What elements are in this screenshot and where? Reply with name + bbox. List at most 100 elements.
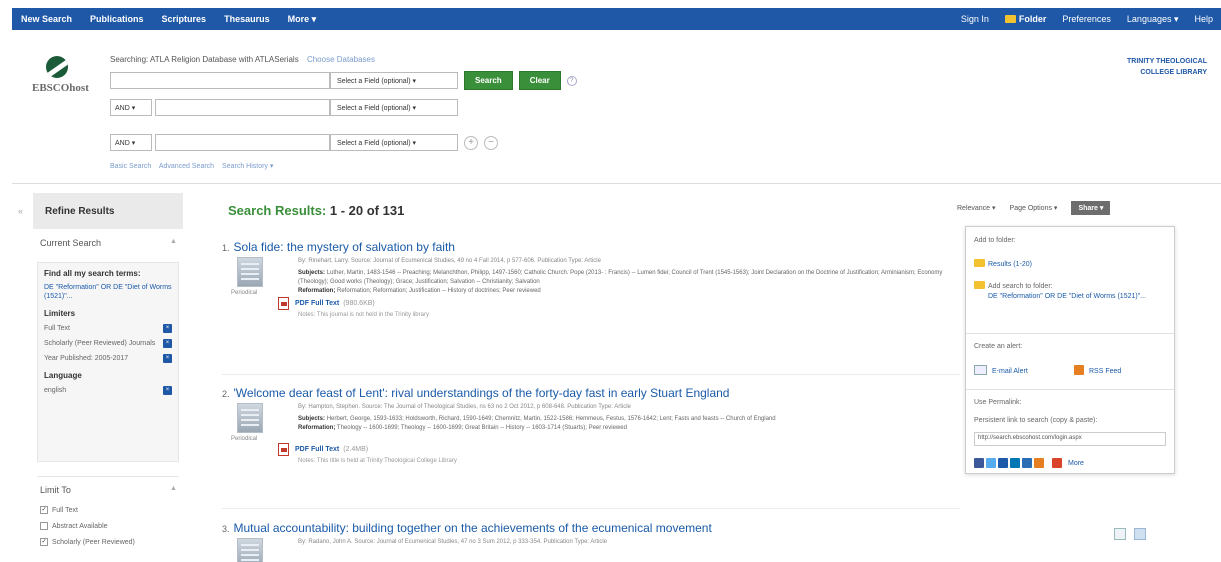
boolean-select-3[interactable]: AND ▾ (110, 134, 152, 151)
remove-language-icon[interactable]: × (163, 386, 172, 395)
field-select-2[interactable]: Select a Field (optional) ▾ (330, 99, 458, 116)
checkbox-icon: ✓ (40, 506, 48, 514)
refine-sidebar: Current Search ▲ Find all my search term… (33, 229, 183, 562)
sidebar-divider (37, 476, 179, 477)
rss-feed-link[interactable]: RSS Feed (1074, 365, 1121, 375)
result-divider (222, 374, 960, 375)
limit-full-text-checkbox[interactable]: ✓ Full Text (40, 506, 78, 514)
results-range: 1 - 20 of 131 (329, 203, 405, 218)
digg-icon[interactable] (1022, 458, 1032, 468)
find-all-label: Find all my search terms: (44, 269, 141, 278)
search-to-folder-link[interactable]: DE "Reformation" OR DE "Diet of Worms (1… (988, 292, 1168, 301)
field-select-1[interactable]: Select a Field (optional) ▾ (330, 72, 458, 89)
rss-icon (1074, 365, 1084, 375)
language-heading: Language (44, 371, 82, 380)
limit-abstract-checkbox[interactable]: Abstract Available (40, 522, 108, 530)
more-share-icon[interactable] (1052, 458, 1062, 468)
limit-to-heading[interactable]: Limit To ▲ (40, 485, 177, 495)
delicious-icon[interactable] (998, 458, 1008, 468)
email-alert-link[interactable]: E-mail Alert (974, 365, 1028, 375)
share-button[interactable]: Share ▾ (1071, 201, 1111, 215)
field-select-3[interactable]: Select a Field (optional) ▾ (330, 134, 458, 151)
preview-icon[interactable] (1114, 528, 1126, 540)
nav-thesaurus[interactable]: Thesaurus (215, 14, 279, 24)
pdf-full-text-link[interactable]: PDF Full Text (2.4MB) (278, 443, 368, 456)
nav-scriptures[interactable]: Scriptures (153, 14, 216, 24)
email-icon (974, 365, 987, 375)
preferences-link[interactable]: Preferences (1054, 14, 1119, 24)
help-link[interactable]: Help (1186, 14, 1221, 24)
remove-row-icon[interactable]: − (484, 135, 498, 150)
help-icon[interactable]: ? (566, 75, 577, 86)
add-row-icon[interactable]: + (464, 135, 478, 150)
relevance-dropdown[interactable]: Relevance ▾ (957, 204, 996, 212)
blogger-icon[interactable] (1034, 458, 1044, 468)
clear-button[interactable]: Clear (518, 71, 561, 90)
basic-search-link[interactable]: Basic Search (110, 163, 151, 170)
current-search-box: Find all my search terms: DE "Reformatio… (37, 262, 179, 462)
results-heading: Search Results: 1 - 20 of 131 (228, 203, 405, 218)
limiter-item: Full Text × (44, 324, 172, 333)
result-title-link[interactable]: 'Welcome dear feast of Lent': rival unde… (234, 386, 730, 400)
more-share-link[interactable]: More (1068, 460, 1084, 467)
remove-limiter-icon[interactable]: × (163, 354, 172, 363)
remove-limiter-icon[interactable]: × (163, 339, 172, 348)
search-term-input-2[interactable] (155, 99, 330, 116)
page-options-dropdown[interactable]: Page Options ▾ (1010, 204, 1058, 212)
remove-limiter-icon[interactable]: × (163, 324, 172, 333)
add-search-to-folder[interactable]: Add search to folder: (974, 281, 1053, 290)
search-row-1: Select a Field (optional) ▾ Search Clear… (110, 71, 577, 90)
periodical-thumbnail-icon[interactable] (237, 538, 263, 562)
search-history-link[interactable]: Search History ▾ (222, 163, 273, 170)
search-term-input-3[interactable] (155, 134, 330, 151)
result-title-link[interactable]: Mutual accountability: building together… (234, 521, 712, 535)
choose-databases-link[interactable]: Choose Databases (307, 55, 375, 64)
advanced-search-link[interactable]: Advanced Search (159, 163, 214, 170)
permalink-input[interactable]: http://search.ebscohost.com/login.aspx (974, 432, 1166, 446)
pdf-icon (278, 443, 289, 456)
nav-new-search[interactable]: New Search (12, 14, 81, 24)
panel-divider (966, 389, 1174, 390)
collapse-sidebar-icon[interactable]: « (18, 206, 23, 216)
nav-more[interactable]: More ▾ (279, 14, 326, 25)
current-query-link[interactable]: DE "Reformation" OR DE "Diet of Worms (1… (44, 283, 172, 301)
result-divider (222, 508, 960, 509)
periodical-thumbnail-icon[interactable] (237, 257, 263, 287)
nav-publications[interactable]: Publications (81, 14, 153, 24)
result-meta: By: Rinehart, Larry. Source: Journal of … (298, 258, 601, 264)
boolean-select-2[interactable]: AND ▾ (110, 99, 152, 116)
linkedin-icon[interactable] (1010, 458, 1020, 468)
header-divider (12, 183, 1221, 184)
twitter-icon[interactable] (986, 458, 996, 468)
panel-divider (966, 333, 1174, 334)
folder-link[interactable]: Folder (997, 14, 1055, 24)
permalink-desc: Persistent link to search (copy & paste)… (974, 417, 1098, 424)
current-search-heading[interactable]: Current Search ▲ (40, 238, 177, 248)
facebook-icon[interactable] (974, 458, 984, 468)
result-meta: By: Radano, John A. Source: Journal of E… (298, 539, 608, 545)
publication-type: Periodical (231, 290, 258, 296)
add-to-folder-icon[interactable] (1134, 528, 1146, 540)
periodical-thumbnail-icon[interactable] (237, 403, 263, 433)
search-button[interactable]: Search (464, 71, 513, 90)
result-item: 2. 'Welcome dear feast of Lent': rival un… (222, 386, 962, 506)
top-navigation-bar: New Search Publications Scriptures Thesa… (12, 8, 1221, 30)
result-number: 3. (222, 524, 230, 534)
chevron-up-icon: ▲ (170, 485, 177, 492)
result-title-link[interactable]: Sola fide: the mystery of salvation by f… (234, 240, 455, 254)
folder-icon (974, 281, 985, 289)
ebscohost-logo[interactable]: EBSCOhost (32, 56, 89, 94)
result-notes: Notes: This journal is not held in the T… (298, 312, 429, 318)
language-item: english × (44, 386, 172, 395)
result-notes: Notes: This title is held at Trinity The… (298, 458, 457, 464)
sign-in-link[interactable]: Sign In (953, 14, 997, 24)
result-item: 3. Mutual accountability: building togeth… (222, 521, 962, 562)
library-name[interactable]: TRINITY THEOLOGICAL COLLEGE LIBRARY (1127, 56, 1207, 78)
languages-dropdown[interactable]: Languages ▾ (1119, 14, 1187, 25)
search-term-input-1[interactable] (110, 72, 330, 89)
search-mode-links: Basic Search Advanced Search Search Hist… (110, 162, 279, 170)
pdf-full-text-link[interactable]: PDF Full Text (980.6KB) (278, 297, 375, 310)
publication-type: Periodical (231, 436, 258, 442)
limit-scholarly-checkbox[interactable]: ✓ Scholarly (Peer Reviewed) (40, 538, 135, 546)
results-to-folder-link[interactable]: Results (1-20) (974, 259, 1032, 268)
